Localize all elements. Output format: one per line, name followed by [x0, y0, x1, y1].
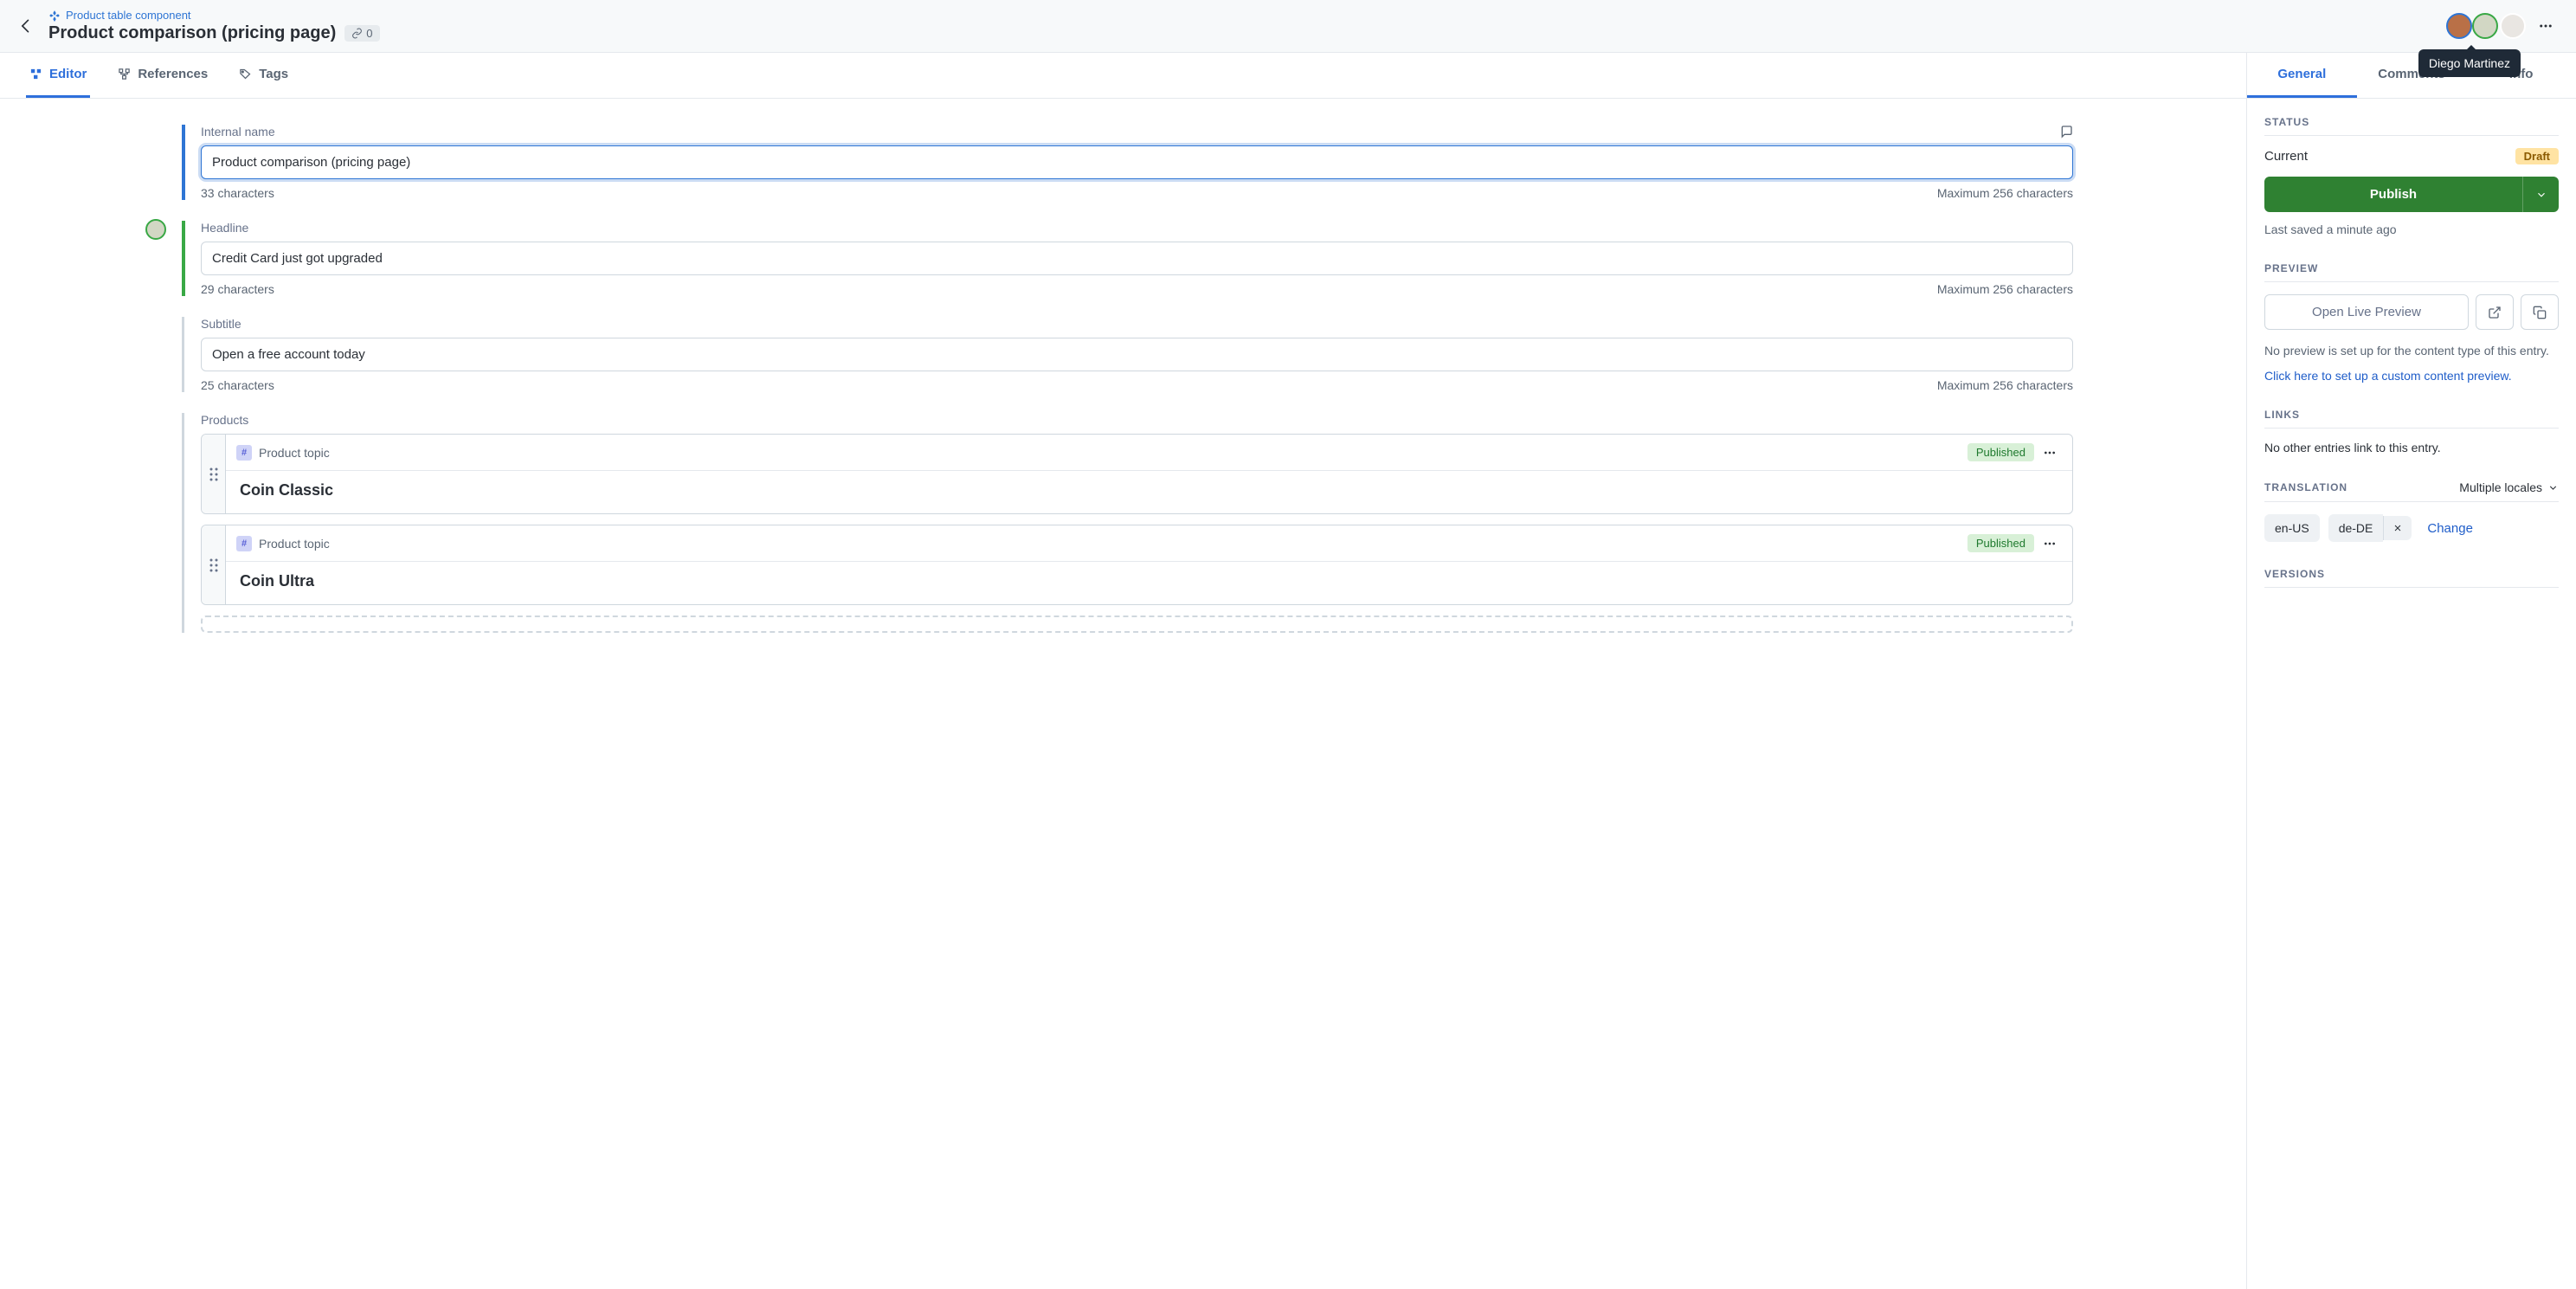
status-badge: Published	[1967, 443, 2034, 461]
breadcrumb[interactable]: Product table component	[48, 9, 380, 22]
char-count: 25 characters	[201, 378, 274, 392]
field-subtitle: Subtitle 25 characters Maximum 256 chara…	[182, 317, 2073, 392]
open-live-preview-button[interactable]: Open Live Preview	[2264, 294, 2469, 330]
references-icon	[118, 68, 131, 81]
status-current-label: Current	[2264, 149, 2308, 164]
editor-icon	[29, 68, 42, 81]
char-count: 29 characters	[201, 282, 274, 296]
product-title: Coin Classic	[226, 471, 2072, 513]
content-type-icon: #	[236, 536, 252, 551]
status-badge-draft: Draft	[2515, 148, 2559, 164]
drag-handle-icon[interactable]	[202, 525, 226, 604]
setup-preview-link[interactable]: Click here to set up a custom content pr…	[2264, 369, 2559, 383]
topbar: Product table component Product comparis…	[0, 0, 2576, 53]
open-external-button[interactable]	[2476, 294, 2514, 330]
subtitle-input[interactable]	[201, 338, 2073, 371]
preview-message: No preview is set up for the content typ…	[2264, 342, 2559, 360]
locale-chip: de-DE	[2328, 514, 2384, 542]
collaborator-avatar-3[interactable]	[2500, 13, 2526, 39]
publish-button[interactable]: Publish	[2264, 177, 2559, 212]
sidebar: General Comments Info Status Current Dra…	[2247, 53, 2576, 1289]
publish-label[interactable]: Publish	[2264, 177, 2522, 212]
status-badge: Published	[1967, 534, 2034, 552]
field-label-headline: Headline	[201, 221, 248, 235]
breadcrumb-parent: Product table component	[66, 9, 191, 22]
last-saved: Last saved a minute ago	[2264, 222, 2559, 236]
field-internal-name: Internal name 33 characters Maximum 256 …	[182, 125, 2073, 200]
linked-entries-count[interactable]: 0	[345, 25, 379, 42]
tab-tags[interactable]: Tags	[235, 53, 292, 98]
field-headline: Headline 29 characters Maximum 256 chara…	[182, 221, 2073, 296]
char-max: Maximum 256 characters	[1937, 186, 2073, 200]
page-title: Product comparison (pricing page)	[48, 23, 336, 43]
links-message: No other entries link to this entry.	[2264, 441, 2559, 454]
chevron-down-icon	[2535, 189, 2547, 201]
copy-icon	[2533, 306, 2547, 319]
char-max: Maximum 256 characters	[1937, 282, 2073, 296]
product-card[interactable]: # Product topic Published Coin Classic	[201, 434, 2073, 514]
external-link-icon	[2488, 306, 2502, 319]
component-icon	[48, 10, 61, 22]
card-more-button[interactable]	[2043, 537, 2062, 551]
char-count: 33 characters	[201, 186, 274, 200]
presence-avatar[interactable]	[145, 219, 166, 240]
headline-input[interactable]	[201, 242, 2073, 275]
back-button[interactable]	[17, 17, 35, 35]
content-type-label: Product topic	[259, 537, 330, 551]
versions-panel: Versions	[2247, 551, 2576, 596]
translation-panel: Translation Multiple locales en-US de-DE…	[2247, 463, 2576, 551]
product-card[interactable]: # Product topic Published Coin Ultra	[201, 525, 2073, 605]
chevron-down-icon	[2547, 482, 2559, 493]
content-tabs: Editor References Tags	[0, 53, 2246, 99]
tab-editor[interactable]: Editor	[26, 53, 90, 98]
collaborator-tooltip: Diego Martinez	[2418, 49, 2521, 77]
change-locales-link[interactable]: Change	[2427, 521, 2473, 536]
drag-handle-icon[interactable]	[202, 435, 226, 513]
sidebar-tab-general[interactable]: General	[2247, 53, 2357, 98]
field-label-products: Products	[201, 413, 248, 427]
preview-panel: Preview Open Live Preview No preview is …	[2247, 245, 2576, 391]
tab-references[interactable]: References	[114, 53, 211, 98]
card-more-button[interactable]	[2043, 446, 2062, 460]
comment-icon[interactable]	[2059, 125, 2073, 139]
links-section-title: Links	[2264, 409, 2559, 429]
field-products: Products # Product topic Publ	[182, 413, 2073, 633]
publish-dropdown[interactable]	[2522, 177, 2559, 212]
translation-mode-dropdown[interactable]: Multiple locales	[2459, 480, 2559, 494]
status-panel: Status Current Draft Publish Last saved …	[2247, 99, 2576, 245]
collaborator-avatar-2[interactable]	[2472, 13, 2498, 39]
field-label-subtitle: Subtitle	[201, 317, 242, 331]
collaborator-avatar-1[interactable]	[2446, 13, 2472, 39]
field-label-internal-name: Internal name	[201, 125, 275, 139]
translation-section-title: Translation	[2264, 481, 2347, 493]
add-product-dropzone[interactable]	[201, 615, 2073, 633]
links-panel: Links No other entries link to this entr…	[2247, 391, 2576, 463]
content-area: Editor References Tags Internal name	[0, 53, 2247, 1289]
preview-section-title: Preview	[2264, 262, 2559, 282]
more-menu-button[interactable]	[2533, 13, 2559, 39]
copy-button[interactable]	[2521, 294, 2559, 330]
char-max: Maximum 256 characters	[1937, 378, 2073, 392]
content-type-icon: #	[236, 445, 252, 461]
versions-section-title: Versions	[2264, 568, 2559, 588]
internal-name-input[interactable]	[201, 145, 2073, 179]
status-section-title: Status	[2264, 116, 2559, 136]
tag-icon	[239, 68, 252, 81]
remove-locale-button[interactable]	[2383, 516, 2412, 540]
close-icon	[2392, 523, 2403, 533]
product-title: Coin Ultra	[226, 562, 2072, 604]
locale-chip: en-US	[2264, 514, 2320, 542]
content-type-label: Product topic	[259, 446, 330, 460]
